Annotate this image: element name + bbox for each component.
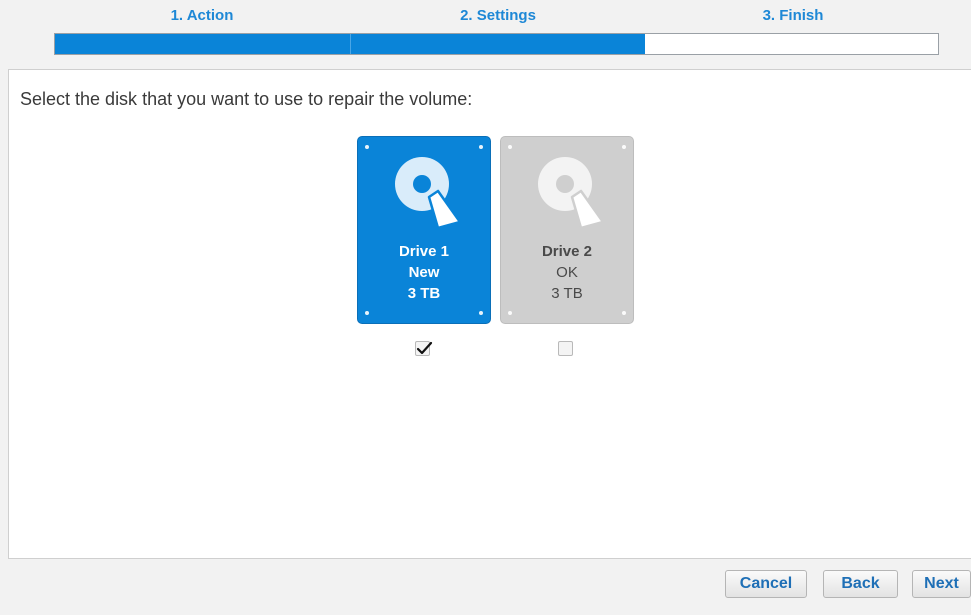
screw-dot: [365, 145, 369, 149]
instruction-text: Select the disk that you want to use to …: [20, 89, 473, 109]
drive-2-status: OK: [556, 264, 578, 281]
drive-1-status: New: [408, 264, 440, 281]
drive-1-tile[interactable]: Drive 1 New 3 TB: [358, 137, 490, 323]
drive-2-size: 3 TB: [551, 285, 583, 302]
wizard-progress-bar: [54, 33, 939, 55]
drive-2-tile[interactable]: Drive 2 OK 3 TB: [501, 137, 633, 323]
next-button[interactable]: Next: [912, 570, 971, 598]
screw-dot: [479, 311, 483, 315]
cancel-button[interactable]: Cancel: [725, 570, 807, 598]
step-finish-label: 3. Finish: [762, 7, 824, 24]
screw-dot: [508, 311, 512, 315]
drive-1-checkbox[interactable]: [415, 341, 433, 356]
hard-drive-icon: [538, 157, 605, 230]
step-action-label: 1. Action: [170, 7, 234, 24]
progress-segment-finish: [645, 34, 938, 54]
screw-dot: [508, 145, 512, 149]
checkmark-icon: [416, 341, 433, 355]
screw-dot: [479, 145, 483, 149]
back-button[interactable]: Back: [823, 570, 898, 598]
drive-1-name: Drive 1: [398, 243, 450, 260]
wizard-steps: 1. Action 2. Settings 3. Finish: [0, 0, 971, 60]
progress-segment-settings: [350, 34, 645, 54]
progress-segment-action: [55, 34, 350, 54]
disk-selection-panel: Select the disk that you want to use to …: [8, 69, 971, 559]
hard-drive-icon: [395, 157, 462, 230]
screw-dot: [622, 311, 626, 315]
screw-dot: [622, 145, 626, 149]
drive-2-name: Drive 2: [541, 243, 593, 260]
screw-dot: [365, 311, 369, 315]
drive-1-size: 3 TB: [407, 285, 441, 302]
step-settings-label: 2. Settings: [460, 7, 536, 24]
drive-2-checkbox[interactable]: [558, 341, 573, 356]
